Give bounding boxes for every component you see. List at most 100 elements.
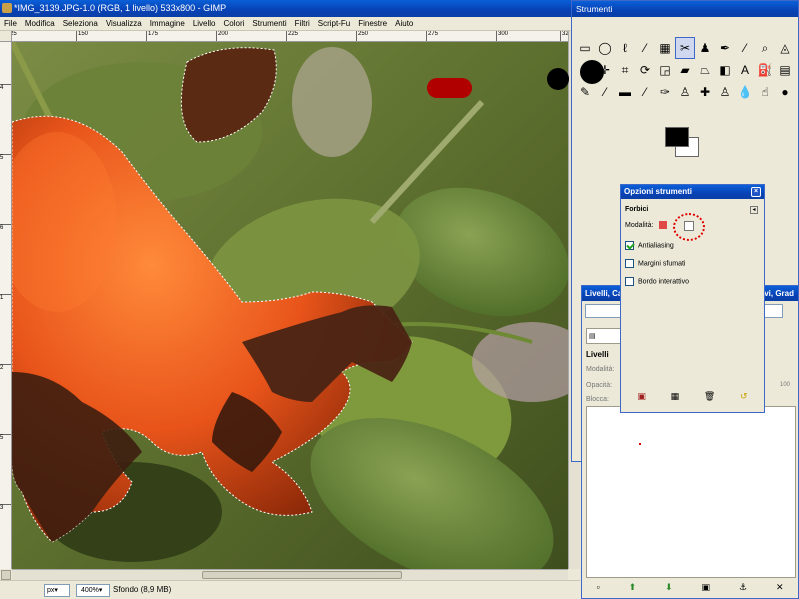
color-picker-icon[interactable]: ⁄	[735, 37, 755, 59]
rect-select-icon[interactable]: ▭	[575, 37, 595, 59]
menu-script-fu[interactable]: Script-Fu	[314, 17, 354, 30]
dodge-burn-icon[interactable]: ●	[775, 81, 795, 103]
vertical-ruler[interactable]: 4 5 6 1 2 5 3	[0, 42, 12, 569]
option-antialiasing[interactable]: Antialiasing	[625, 241, 674, 250]
foreground-color[interactable]	[665, 127, 689, 147]
margini-sfumati-checkbox[interactable]	[625, 259, 634, 268]
fuzzy-select-icon[interactable]: ⁄	[635, 37, 655, 59]
layers-list[interactable]	[586, 406, 796, 578]
smudge-icon[interactable]: ☝	[755, 81, 775, 103]
free-select-icon[interactable]: ℓ	[615, 37, 635, 59]
option-margini-sfumati[interactable]: Margini sfumati	[625, 259, 685, 268]
eraser-icon[interactable]: ▬	[615, 81, 635, 103]
mode-replace-icon[interactable]	[659, 221, 668, 229]
menu-file[interactable]: File	[0, 17, 21, 30]
horizontal-scroll-thumb[interactable]	[202, 571, 402, 579]
menu-modifica[interactable]: Modifica	[21, 17, 59, 30]
tools-grid: ▭◯ℓ⁄▦✂♟✒⁄⌕◬✥✛⌗⟳◲▰⏢◧A⛽▤✎⁄▬⁄✑♙✚♙💧☝●	[575, 37, 799, 103]
rotate-icon[interactable]: ⟳	[635, 59, 655, 81]
antialiasing-checkbox[interactable]	[625, 241, 634, 250]
ellipse-select-icon[interactable]: ◯	[595, 37, 615, 59]
ruler-label: 200	[216, 31, 228, 41]
zoom-select[interactable]: 400%▾	[76, 584, 110, 597]
crop-icon[interactable]: ⌗	[615, 59, 635, 81]
layers-tab-icon: ▤	[589, 333, 596, 340]
scissors-icon[interactable]: ✂	[675, 37, 695, 59]
save-options-icon[interactable]: ▣	[637, 391, 646, 402]
collapse-icon[interactable]: ◂	[750, 206, 758, 214]
delete-options-icon[interactable]: 🗑	[704, 391, 715, 402]
ruler-label: 25	[12, 31, 17, 41]
menu-seleziona[interactable]: Seleziona	[59, 17, 102, 30]
quick-mask-toggle[interactable]	[1, 570, 11, 580]
raise-layer-icon[interactable]: ⬆	[629, 582, 637, 596]
anchor-layer-icon[interactable]: ⚓	[739, 582, 747, 596]
selection-marker-red	[427, 78, 472, 98]
measure-icon[interactable]: ◬	[775, 37, 795, 59]
toolbox-titlebar[interactable]: Strumenti	[572, 1, 798, 17]
heal-icon[interactable]: ✚	[695, 81, 715, 103]
layers-title: Livelli, Ca	[585, 289, 623, 298]
restore-options-icon[interactable]: ▦	[671, 391, 680, 402]
ruler-label: 150	[76, 31, 88, 41]
color-area[interactable]	[665, 127, 705, 161]
lower-layer-icon[interactable]: ⬇	[665, 582, 673, 596]
ruler-label: 2	[0, 364, 11, 372]
bordo-interattivo-checkbox[interactable]	[625, 277, 634, 286]
menu-strumenti[interactable]: Strumenti	[248, 17, 290, 30]
unit-select[interactable]: px▾	[44, 584, 70, 597]
scale-icon[interactable]: ◲	[655, 59, 675, 81]
close-icon[interactable]: ×	[751, 187, 761, 197]
blur-icon[interactable]: 💧	[735, 81, 755, 103]
new-layer-icon[interactable]: ▫	[596, 582, 599, 596]
reset-options-icon[interactable]: ↺	[740, 391, 748, 402]
gimp-app-icon	[2, 3, 12, 13]
tool-options-titlebar[interactable]: Opzioni strumenti ×	[621, 185, 764, 199]
delete-layer-icon[interactable]: ✕	[776, 582, 784, 596]
foreground-select-icon[interactable]: ♟	[695, 37, 715, 59]
menu-immagine[interactable]: Immagine	[146, 17, 189, 30]
menu-visualizza[interactable]: Visualizza	[102, 17, 146, 30]
blend-icon[interactable]: ▤	[775, 59, 795, 81]
layers-opacity-value[interactable]: 100	[780, 382, 790, 388]
bucket-fill-icon[interactable]: ⛽	[755, 59, 775, 81]
ruler-label: 4	[0, 84, 11, 92]
menu-colori[interactable]: Colori	[220, 17, 249, 30]
perspective-icon[interactable]: ⏢	[695, 59, 715, 81]
perspective-clone-icon[interactable]: ♙	[715, 81, 735, 103]
shear-icon[interactable]: ▰	[675, 59, 695, 81]
pencil-icon[interactable]: ✎	[575, 81, 595, 103]
color-select-icon[interactable]: ▦	[655, 37, 675, 59]
horizontal-scrollbar[interactable]	[12, 569, 568, 580]
menu-livello[interactable]: Livello	[189, 17, 220, 30]
menu-finestre[interactable]: Finestre	[354, 17, 391, 30]
ink-icon[interactable]: ✑	[655, 81, 675, 103]
cursor-dot	[639, 443, 641, 445]
horizontal-ruler[interactable]: 25 150 175 200 225 250 275 300 325	[12, 31, 568, 42]
image-window-title: *IMG_3139.JPG-1.0 (RGB, 1 livello) 533x8…	[14, 3, 227, 13]
image-canvas[interactable]	[12, 42, 568, 569]
zoom-value: 400%	[81, 587, 99, 594]
tool-options-body: Forbici ◂ Modalità: Antialiasing Margini…	[625, 203, 760, 408]
tool-options-footer: ▣ ▦ 🗑 ↺	[625, 391, 760, 402]
image-window-titlebar[interactable]: *IMG_3139.JPG-1.0 (RGB, 1 livello) 533x8…	[0, 0, 580, 17]
mode-add-icon[interactable]	[684, 221, 694, 231]
status-info: Sfondo (8,9 MB)	[113, 585, 172, 594]
layers-section-label: Livelli	[586, 350, 609, 359]
text-icon[interactable]: A	[735, 59, 755, 81]
flip-icon[interactable]: ◧	[715, 59, 735, 81]
ruler-corner[interactable]	[0, 31, 12, 42]
option-bordo-interattivo[interactable]: Bordo interattivo	[625, 277, 689, 286]
zoom-icon[interactable]: ⌕	[755, 37, 775, 59]
layers-footer: ▫ ⬆ ⬇ ▣ ⚓ ✕	[582, 582, 798, 596]
paths-icon[interactable]: ✒	[715, 37, 735, 59]
selection-marker-black	[547, 68, 569, 90]
clone-icon[interactable]: ♙	[675, 81, 695, 103]
duplicate-layer-icon[interactable]: ▣	[702, 582, 711, 596]
toolbox-title: Strumenti	[576, 4, 613, 14]
airbrush-icon[interactable]: ⁄	[635, 81, 655, 103]
paintbrush-icon[interactable]: ⁄	[595, 81, 615, 103]
menu-filtri[interactable]: Filtri	[291, 17, 314, 30]
selection-marker-black-2	[580, 60, 604, 84]
menu-aiuto[interactable]: Aiuto	[391, 17, 417, 30]
